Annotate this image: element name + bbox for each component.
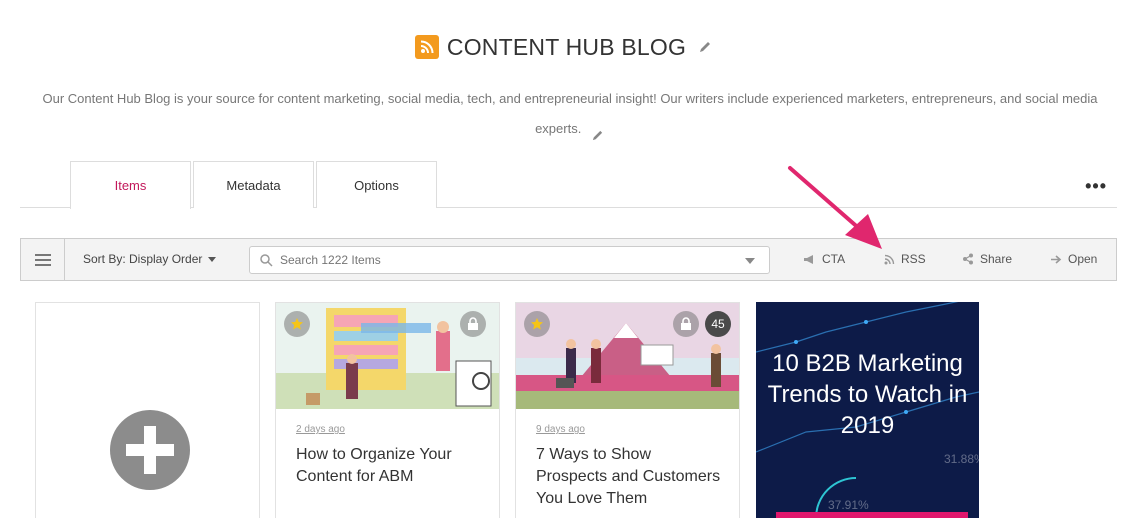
card-date[interactable]: 9 days ago — [536, 424, 585, 435]
items-toolbar: Sort By: Display Order CTA RSS Share Ope… — [20, 238, 1117, 281]
stat-label: 31.88% — [944, 452, 979, 466]
cta-label: CTA — [822, 252, 846, 266]
description-line-1: Our Content Hub Blog is your source for … — [42, 91, 1098, 106]
lock-icon[interactable] — [460, 311, 486, 337]
tab-options[interactable]: Options — [316, 161, 437, 208]
search-filter-dropdown-icon[interactable] — [745, 258, 755, 264]
open-label: Open — [1068, 252, 1098, 266]
content-card[interactable]: 10 B2B Marketing Trends to Watch in 2019… — [756, 302, 979, 518]
edit-title-icon[interactable] — [698, 40, 712, 54]
page-title: CONTENT HUB BLOG — [446, 33, 687, 60]
count-badge: 45 — [705, 311, 731, 337]
stat-label: 37.91% — [828, 498, 869, 512]
card-title[interactable]: How to Organize Your Content for ABM — [296, 444, 486, 488]
share-icon — [963, 253, 973, 265]
content-card[interactable]: 2 days ago How to Organize Your Content … — [275, 302, 500, 518]
rss-icon — [884, 254, 895, 264]
page-header: CONTENT HUB BLOG — [0, 30, 1127, 64]
lock-icon[interactable] — [673, 311, 699, 337]
page-description: Our Content Hub Blog is your source for … — [30, 84, 1110, 144]
accent-bar — [776, 512, 968, 518]
edit-description-icon[interactable] — [591, 123, 605, 140]
arrow-right-icon — [1051, 254, 1062, 264]
more-options-icon[interactable]: ••• — [1085, 176, 1107, 197]
rss-feed-icon — [414, 35, 439, 59]
open-button[interactable]: Open — [1050, 252, 1097, 266]
title-row: CONTENT HUB BLOG — [0, 30, 1127, 64]
tab-items[interactable]: Items — [70, 161, 191, 209]
add-icon — [110, 410, 190, 490]
search-icon — [260, 254, 273, 267]
tab-bar: Items Metadata Options — [20, 161, 1117, 209]
megaphone-icon — [804, 254, 813, 264]
hamburger-icon — [34, 253, 51, 266]
card-date[interactable]: 2 days ago — [296, 424, 345, 435]
search-input[interactable] — [280, 251, 740, 269]
card-title[interactable]: 7 Ways to Show Prospects and Customers Y… — [536, 444, 726, 510]
rss-label: RSS — [901, 252, 926, 266]
sort-label: Sort By: Display Order — [83, 252, 203, 266]
content-card[interactable]: 45 9 days ago 7 Ways to Show Prospects a… — [515, 302, 740, 518]
share-button[interactable]: Share — [962, 252, 1012, 266]
add-item-card[interactable] — [35, 302, 260, 518]
tab-metadata[interactable]: Metadata — [193, 161, 314, 208]
featured-star-icon[interactable] — [524, 311, 550, 337]
share-label: Share — [980, 252, 1013, 266]
menu-toggle-button[interactable] — [21, 239, 65, 280]
card-title[interactable]: 10 B2B Marketing Trends to Watch in 2019 — [756, 348, 979, 441]
description-line-2: experts. — [535, 121, 582, 136]
rss-button[interactable]: RSS — [884, 252, 926, 266]
search-box — [249, 246, 770, 274]
sort-dropdown[interactable]: Sort By: Display Order — [83, 252, 217, 266]
chevron-down-icon — [208, 257, 217, 263]
featured-star-icon[interactable] — [284, 311, 310, 337]
cta-button[interactable]: CTA — [803, 252, 845, 266]
